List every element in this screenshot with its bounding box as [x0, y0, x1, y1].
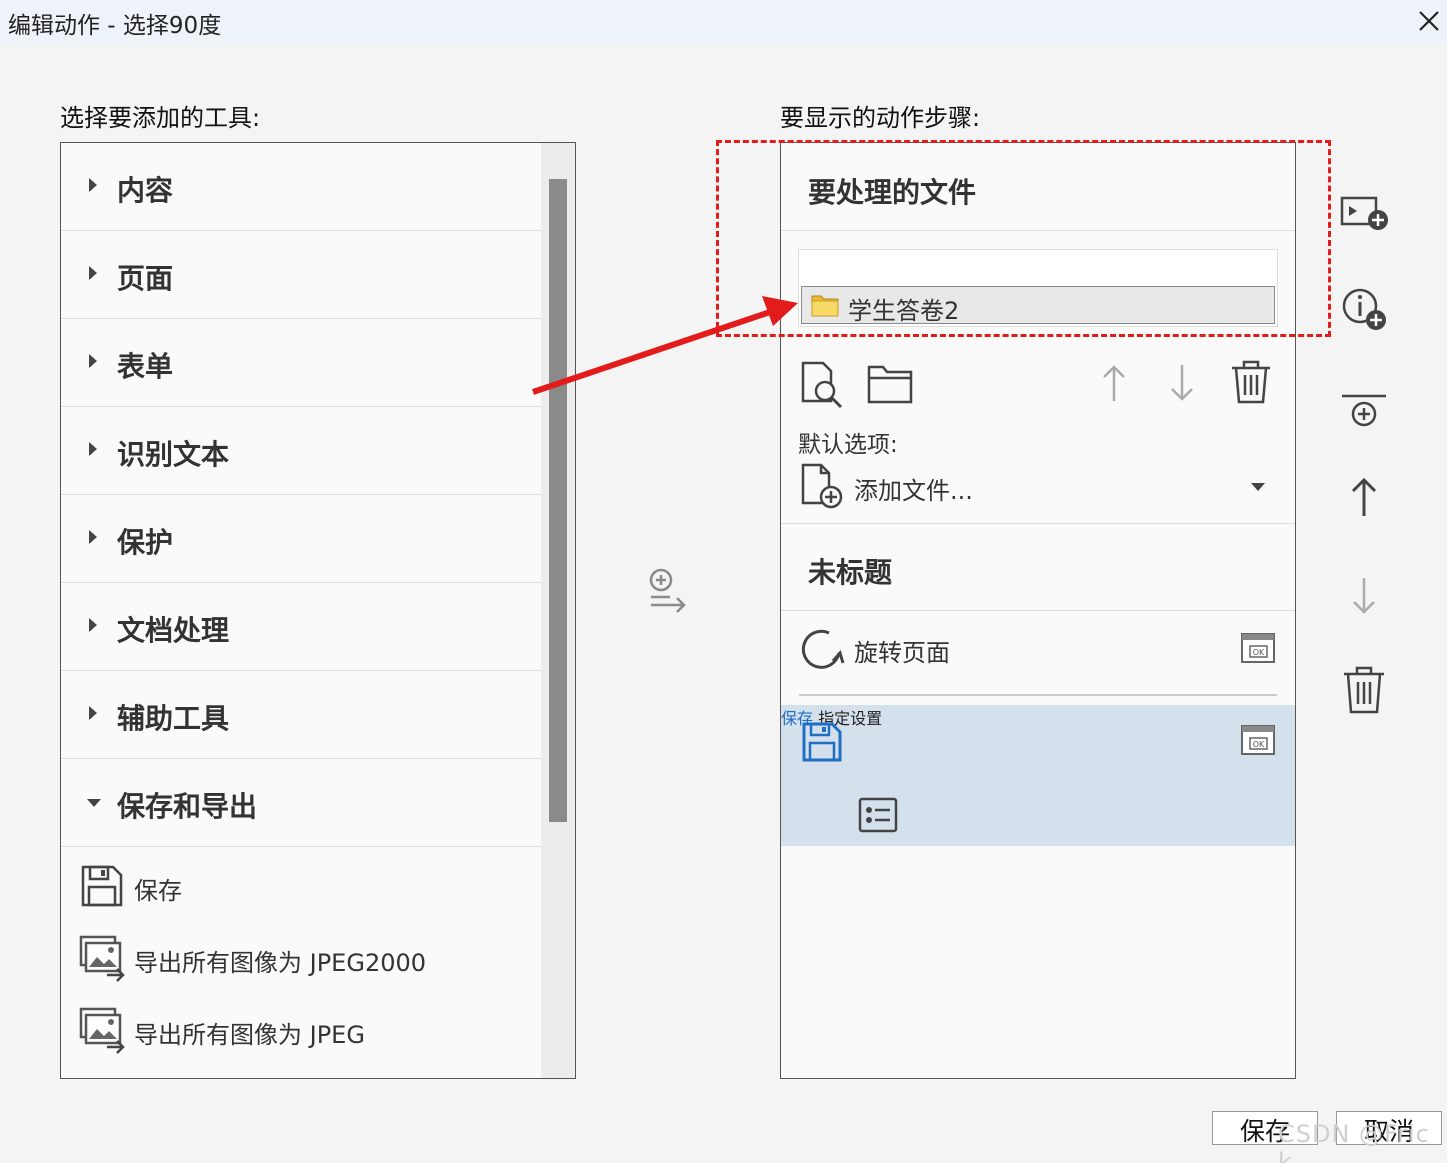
- step-rotate-pages[interactable]: 旋转页面 OK: [781, 617, 1295, 691]
- window-title: 编辑动作 - 选择90度: [8, 13, 222, 39]
- category-save-export[interactable]: 保存和导出: [61, 759, 541, 847]
- save-icon: [81, 865, 123, 907]
- svg-text:OK: OK: [1253, 648, 1265, 657]
- step-save-selected[interactable]: 保存 OK 指定设置: [781, 705, 1295, 846]
- expand-arrow-icon: [89, 266, 97, 280]
- add-file-search-icon[interactable]: [799, 361, 847, 409]
- tools-heading: 选择要添加的工具:: [60, 104, 261, 132]
- tools-list-panel: 内容 页面 表单 识别文本 保护 文档处理 辅助工具 保存和导出 保存 导出所有…: [60, 142, 576, 1079]
- add-step-button[interactable]: [644, 566, 692, 616]
- untitled-section-title: 未标题: [808, 556, 893, 589]
- rotate-icon: [801, 629, 845, 669]
- move-step-down-icon[interactable]: [1340, 572, 1392, 624]
- ok-dialog-icon[interactable]: OK: [1241, 725, 1275, 755]
- expand-arrow-icon: [89, 354, 97, 368]
- category-label: 内容: [117, 174, 174, 207]
- category-label: 页面: [117, 262, 174, 295]
- default-option-select[interactable]: 添加文件...: [854, 471, 973, 506]
- tool-label: 导出所有图像为 JPEG2000: [134, 949, 427, 977]
- add-folder-icon[interactable]: [867, 363, 913, 405]
- chevron-down-icon[interactable]: [1251, 483, 1265, 491]
- category-content[interactable]: 内容: [61, 143, 541, 231]
- divider: [799, 694, 1277, 696]
- move-step-up-icon[interactable]: [1340, 474, 1392, 526]
- add-message-icon[interactable]: [1340, 190, 1392, 242]
- annotation-highlight-box: [716, 140, 1331, 337]
- scrollbar-thumb[interactable]: [549, 179, 567, 822]
- collapse-arrow-icon: [87, 799, 101, 807]
- tool-label: 保存: [134, 877, 182, 905]
- title-bar: 编辑动作 - 选择90度: [0, 0, 1447, 46]
- untitled-section-header[interactable]: 未标题: [781, 523, 1295, 611]
- tool-export-jpeg2000[interactable]: 导出所有图像为 JPEG2000: [77, 933, 537, 989]
- tool-save[interactable]: 保存: [77, 861, 537, 917]
- tool-label: 导出所有图像为 JPEG: [134, 1021, 365, 1049]
- category-label: 辅助工具: [117, 702, 230, 735]
- expand-arrow-icon: [89, 442, 97, 456]
- category-label: 保护: [117, 526, 174, 559]
- step-label: 旋转页面: [854, 639, 950, 667]
- category-label: 表单: [117, 350, 174, 383]
- export-images-icon: [79, 935, 125, 982]
- expand-arrow-icon: [89, 178, 97, 192]
- add-file-icon: [801, 463, 843, 509]
- add-info-icon[interactable]: [1340, 284, 1392, 336]
- settings-list-icon: [858, 797, 898, 833]
- ok-dialog-icon[interactable]: OK: [1241, 633, 1275, 663]
- category-label: 文档处理: [117, 614, 230, 647]
- move-up-icon[interactable]: [1099, 363, 1129, 403]
- svg-text:OK: OK: [1253, 740, 1265, 749]
- close-icon[interactable]: [1411, 4, 1445, 38]
- export-images-icon: [79, 1007, 125, 1054]
- save-icon: [802, 722, 842, 762]
- category-recognize-text[interactable]: 识别文本: [61, 407, 541, 495]
- watermark: CSDN @Fric k: [1278, 1120, 1430, 1163]
- expand-arrow-icon: [89, 530, 97, 544]
- category-label: 保存和导出: [117, 790, 258, 823]
- delete-step-icon[interactable]: [1340, 664, 1392, 716]
- category-document-processing[interactable]: 文档处理: [61, 583, 541, 671]
- category-pages[interactable]: 页面: [61, 231, 541, 319]
- default-options-label: 默认选项:: [798, 432, 898, 458]
- delete-icon[interactable]: [1229, 359, 1273, 405]
- expand-arrow-icon: [89, 706, 97, 720]
- insert-stop-icon[interactable]: [1340, 390, 1392, 442]
- category-label: 识别文本: [117, 438, 230, 471]
- tool-export-jpeg[interactable]: 导出所有图像为 JPEG: [77, 1005, 537, 1061]
- move-down-icon[interactable]: [1167, 363, 1197, 403]
- category-protect[interactable]: 保护: [61, 495, 541, 583]
- expand-arrow-icon: [89, 618, 97, 632]
- steps-heading: 要显示的动作步骤:: [780, 104, 981, 132]
- category-accessibility[interactable]: 辅助工具: [61, 671, 541, 759]
- category-forms[interactable]: 表单: [61, 319, 541, 407]
